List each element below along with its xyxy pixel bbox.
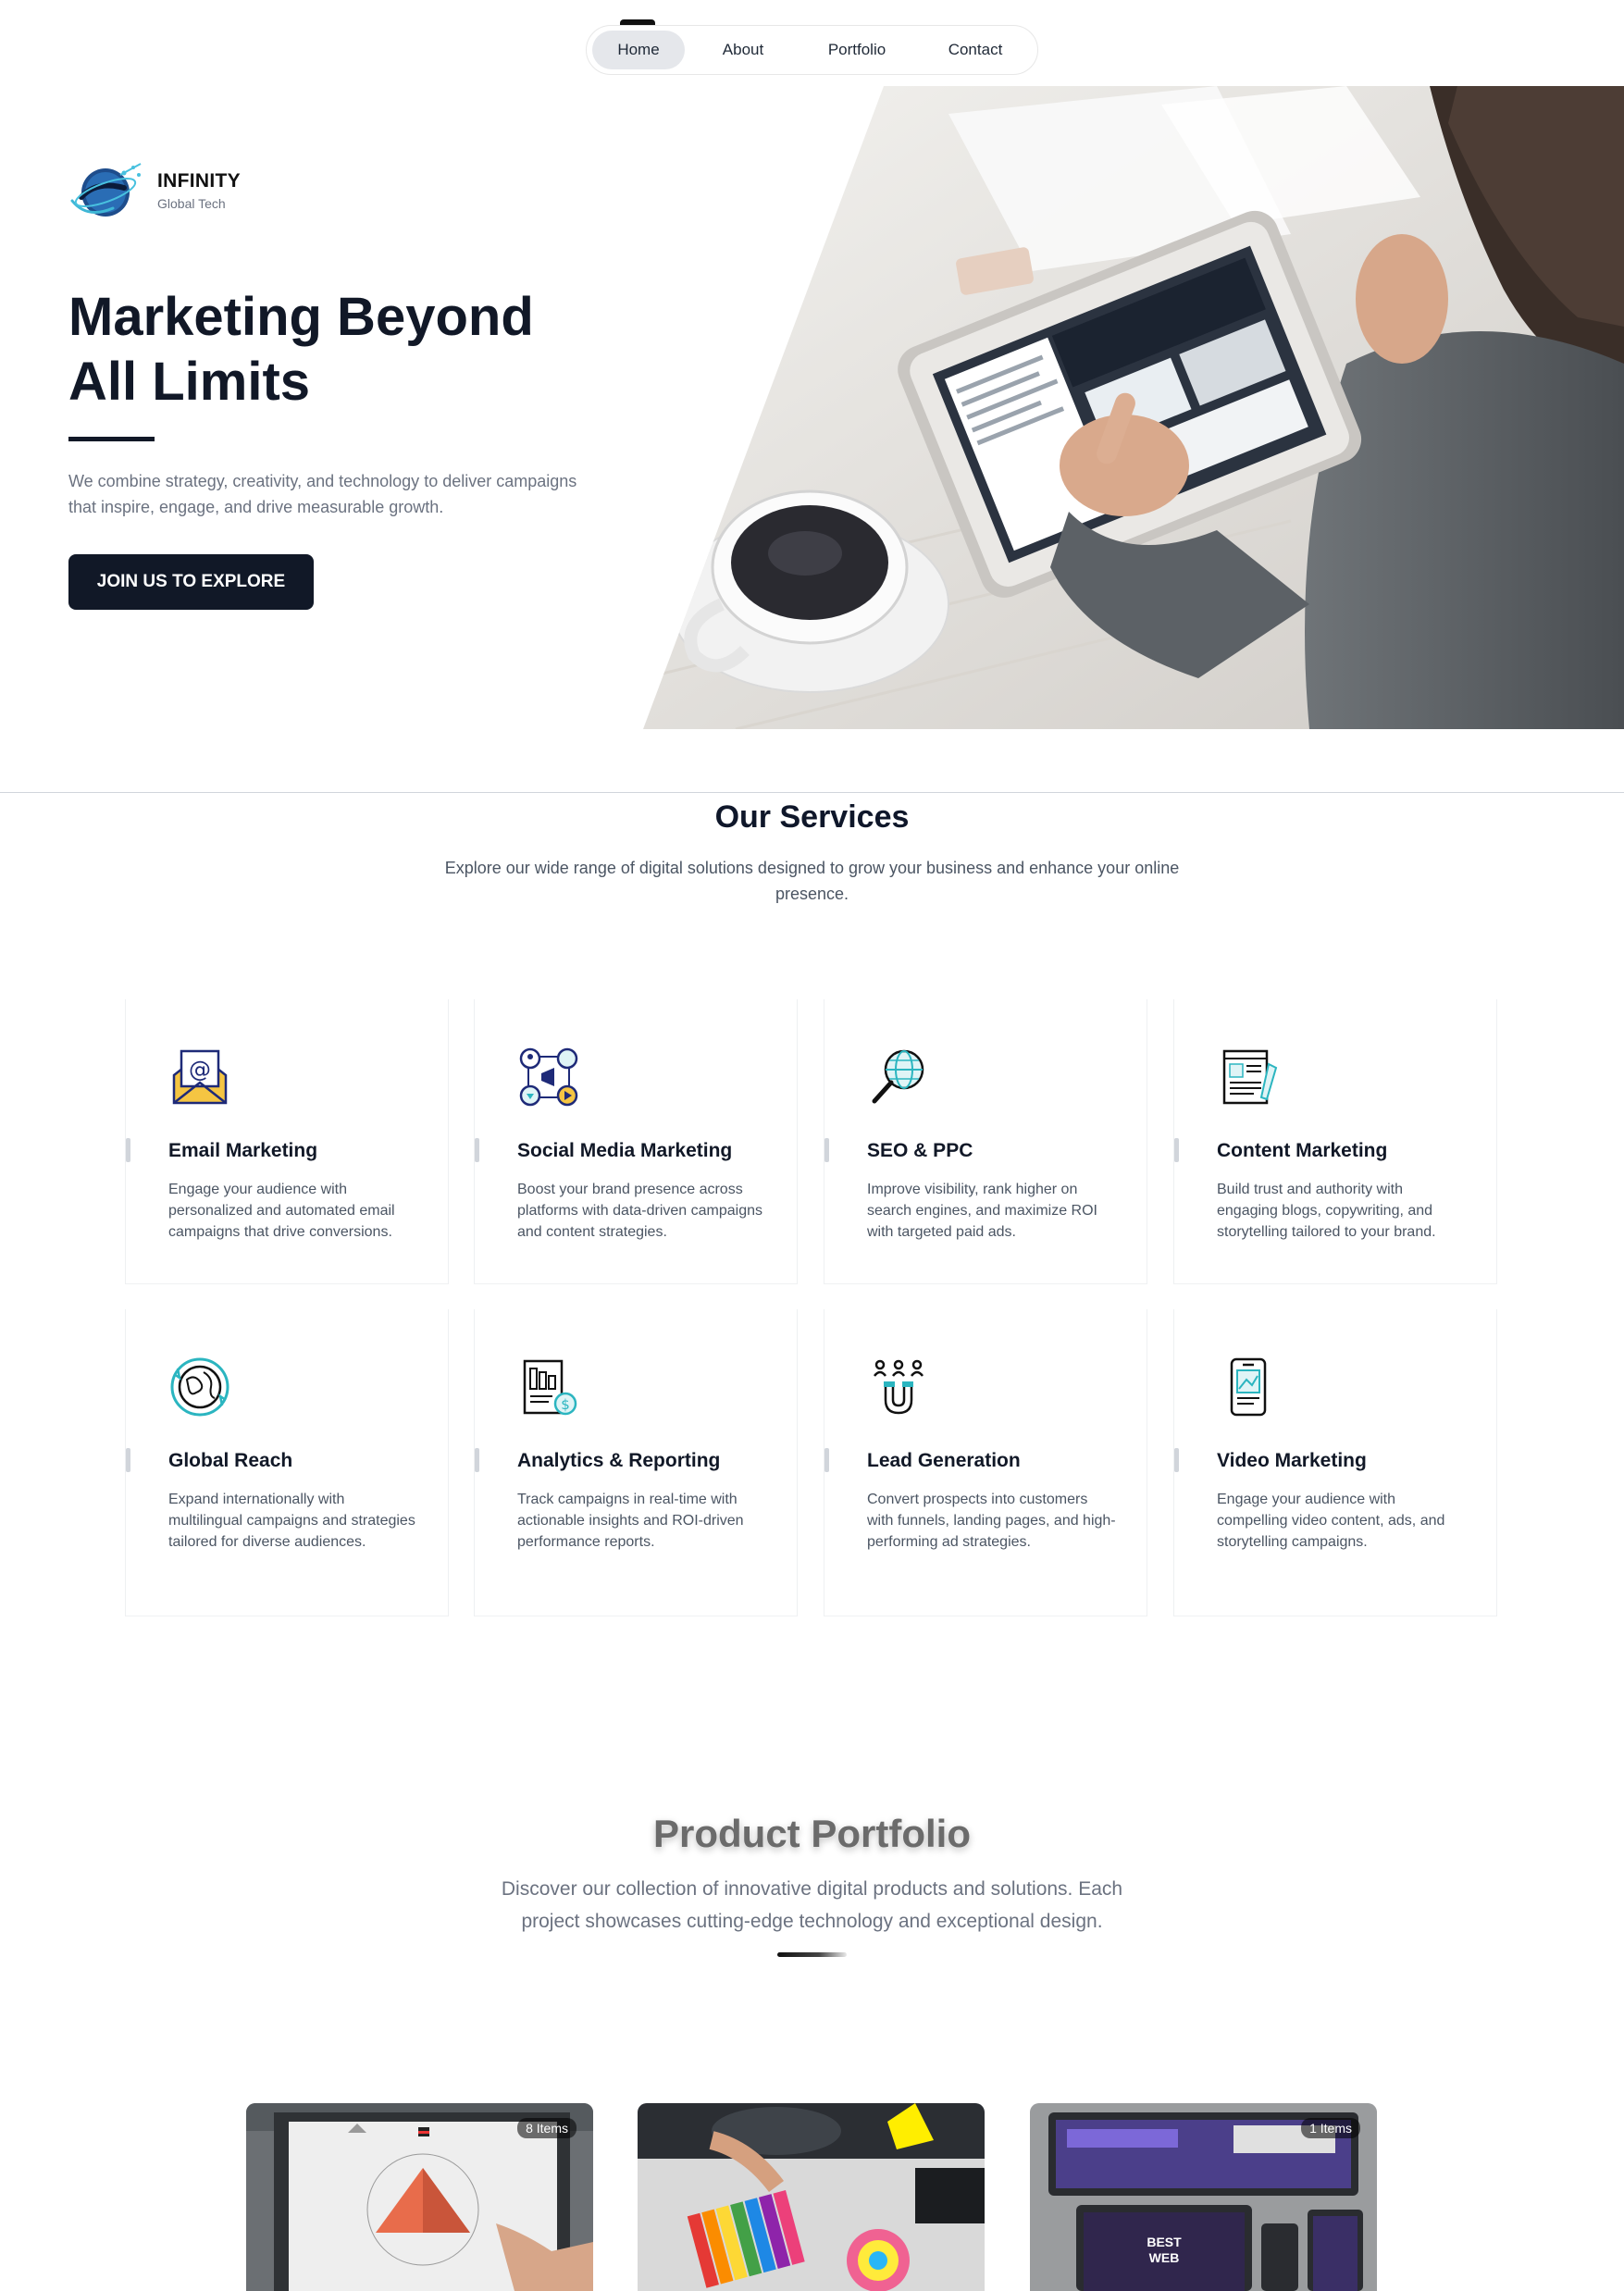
svg-text:BEST: BEST	[1147, 2235, 1182, 2249]
portfolio-divider	[777, 1952, 847, 1957]
hero-title: Marketing Beyond All Limits	[68, 285, 642, 415]
nav-item-contact[interactable]: Contact	[920, 31, 1031, 69]
service-title: Lead Generation	[867, 1450, 1021, 1471]
join-us-button[interactable]: JOIN US TO EXPLORE	[68, 554, 314, 610]
portfolio-item-count: 1 Items	[1301, 2118, 1360, 2138]
card-accent	[824, 1448, 829, 1472]
portfolio-title: Product Portfolio	[653, 1812, 971, 1855]
service-card-global[interactable]: Global Reach Expand internationally with…	[125, 1309, 449, 1616]
service-text: Build trust and authority with engaging …	[1217, 1182, 1436, 1240]
service-card-content[interactable]: Content Marketing Build trust and author…	[1173, 999, 1497, 1284]
service-card-social[interactable]: Social Media Marketing Boost your brand …	[474, 999, 798, 1284]
service-text: Improve visibility, rank higher on searc…	[867, 1182, 1097, 1240]
portfolio-item-count: 8 Items	[517, 2118, 576, 2138]
service-title: Analytics & Reporting	[517, 1450, 721, 1471]
service-title: SEO & PPC	[867, 1140, 973, 1161]
service-title: Global Reach	[168, 1450, 293, 1471]
hero-image	[643, 86, 1624, 729]
service-text: Convert prospects into customers with fu…	[867, 1492, 1116, 1550]
infinity-logo-icon	[70, 163, 142, 217]
service-text: Track campaigns in real-time with action…	[517, 1492, 744, 1550]
globe-icon	[170, 1357, 229, 1417]
hero-title-line2: All Limits	[68, 352, 311, 412]
portfolio-image-color-swatches	[638, 2103, 985, 2291]
nav-item-portfolio[interactable]: Portfolio	[801, 31, 912, 69]
svg-text:@: @	[189, 1057, 211, 1083]
brand-name: INFINITY	[157, 170, 241, 192]
service-title: Social Media Marketing	[517, 1140, 733, 1161]
service-text: Engage your audience with compelling vid…	[1217, 1492, 1445, 1550]
service-title: Content Marketing	[1217, 1140, 1388, 1161]
content-document-icon	[1222, 1049, 1278, 1105]
service-title: Video Marketing	[1217, 1450, 1367, 1471]
brand-logo[interactable]: INFINITY Global Tech	[68, 162, 241, 219]
magnet-leads-icon	[874, 1359, 924, 1415]
hero-description: We combine strategy, creativity, and tec…	[68, 472, 577, 516]
social-media-icon	[519, 1047, 578, 1107]
service-card-video[interactable]: Video Marketing Engage your audience wit…	[1173, 1309, 1497, 1616]
svg-text:$: $	[561, 1396, 570, 1413]
mobile-video-icon	[1230, 1357, 1267, 1417]
card-accent	[824, 1138, 829, 1162]
brand-tagline: Global Tech	[157, 196, 226, 211]
services-subtitle: Explore our wide range of digital soluti…	[444, 859, 1180, 903]
service-card-email[interactable]: @ Email Marketing Engage your audience w…	[125, 999, 449, 1284]
portfolio-card-branding[interactable]	[638, 2103, 985, 2291]
hero-title-line1: Marketing Beyond	[68, 287, 534, 347]
hero-divider	[68, 437, 155, 441]
portfolio-card-design[interactable]: 8 Items	[246, 2103, 593, 2291]
service-card-leads[interactable]: Lead Generation Convert prospects into c…	[824, 1309, 1147, 1616]
service-card-seo[interactable]: SEO & PPC Improve visibility, rank highe…	[824, 999, 1147, 1284]
nav-item-about[interactable]: About	[692, 31, 794, 69]
card-accent	[126, 1138, 130, 1162]
card-accent	[1174, 1448, 1179, 1472]
card-accent	[475, 1448, 479, 1472]
portfolio-card-web[interactable]: BEST WEB 1 Items	[1030, 2103, 1377, 2291]
analytics-report-icon: $	[523, 1359, 577, 1416]
seo-search-icon	[872, 1049, 924, 1104]
section-divider	[0, 792, 1624, 793]
service-title: Email Marketing	[168, 1140, 318, 1161]
service-text: Expand internationally with multilingual…	[168, 1492, 415, 1550]
service-text: Engage your audience with personalized a…	[168, 1182, 395, 1240]
service-text: Boost your brand presence across platfor…	[517, 1182, 763, 1240]
card-accent	[126, 1448, 130, 1472]
services-title: Our Services	[714, 799, 910, 835]
top-nav: Home About Portfolio Contact	[586, 25, 1038, 75]
card-accent	[475, 1138, 479, 1162]
service-card-analytics[interactable]: $ Analytics & Reporting Track campaigns …	[474, 1309, 798, 1616]
portfolio-subtitle: Discover our collection of innovative di…	[501, 1878, 1123, 1932]
email-icon: @	[172, 1049, 228, 1105]
nav-item-home[interactable]: Home	[592, 31, 685, 69]
card-accent	[1174, 1138, 1179, 1162]
svg-text:WEB: WEB	[1149, 2250, 1180, 2265]
